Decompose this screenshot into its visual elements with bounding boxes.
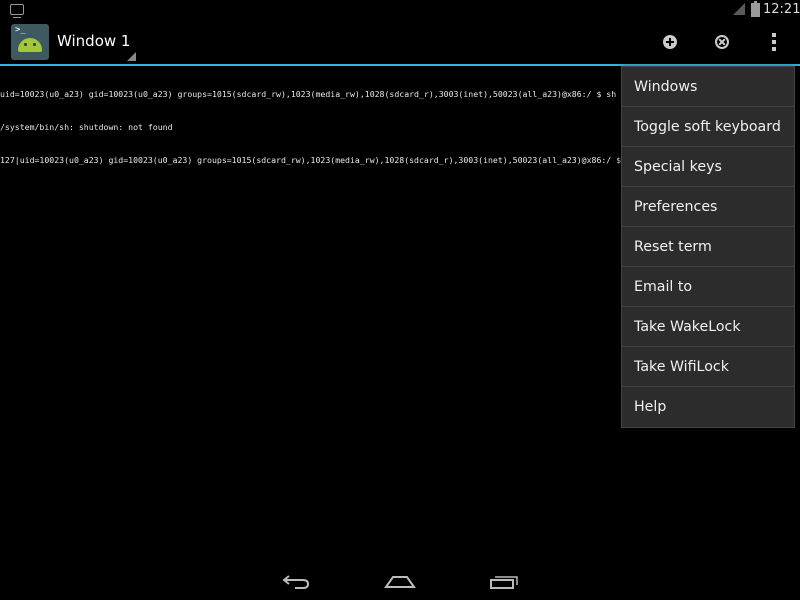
menu-item-email-to[interactable]: Email to [622, 267, 794, 307]
back-icon [282, 575, 310, 589]
screen-notification-icon [10, 4, 24, 18]
menu-item-take-wakelock[interactable]: Take WakeLock [622, 307, 794, 347]
recent-apps-icon [490, 576, 518, 589]
spinner-corner-icon[interactable] [127, 52, 136, 61]
add-circle-icon [663, 35, 677, 49]
navigation-bar [0, 562, 800, 600]
overflow-menu-button[interactable] [763, 31, 785, 53]
overflow-menu-icon [772, 33, 776, 51]
window-title[interactable]: Window 1 [57, 32, 130, 50]
screen: 12:21 >_ Window 1 uid=10023(u0_a23) gid=… [0, 0, 800, 600]
menu-item-reset-term[interactable]: Reset term [622, 227, 794, 267]
overflow-menu: Windows Toggle soft keyboard Special key… [621, 66, 795, 428]
terminal-app-icon[interactable]: >_ [11, 24, 49, 60]
menu-item-preferences[interactable]: Preferences [622, 187, 794, 227]
close-circle-icon [715, 35, 729, 49]
recent-apps-button[interactable] [488, 570, 520, 592]
close-window-button[interactable] [711, 31, 733, 53]
menu-item-take-wifilock[interactable]: Take WifiLock [622, 347, 794, 387]
home-button[interactable] [384, 570, 416, 592]
menu-item-help[interactable]: Help [622, 387, 794, 426]
action-bar: >_ Window 1 [0, 22, 800, 66]
menu-item-special-keys[interactable]: Special keys [622, 147, 794, 187]
battery-icon [751, 1, 760, 17]
menu-item-toggle-soft-keyboard[interactable]: Toggle soft keyboard [622, 107, 794, 147]
new-window-button[interactable] [659, 31, 681, 53]
menu-item-windows[interactable]: Windows [622, 67, 794, 107]
clock: 12:21 [763, 2, 800, 17]
back-button[interactable] [281, 570, 313, 592]
home-icon [384, 576, 416, 588]
status-bar: 12:21 [0, 0, 800, 22]
signal-icon [733, 3, 745, 15]
